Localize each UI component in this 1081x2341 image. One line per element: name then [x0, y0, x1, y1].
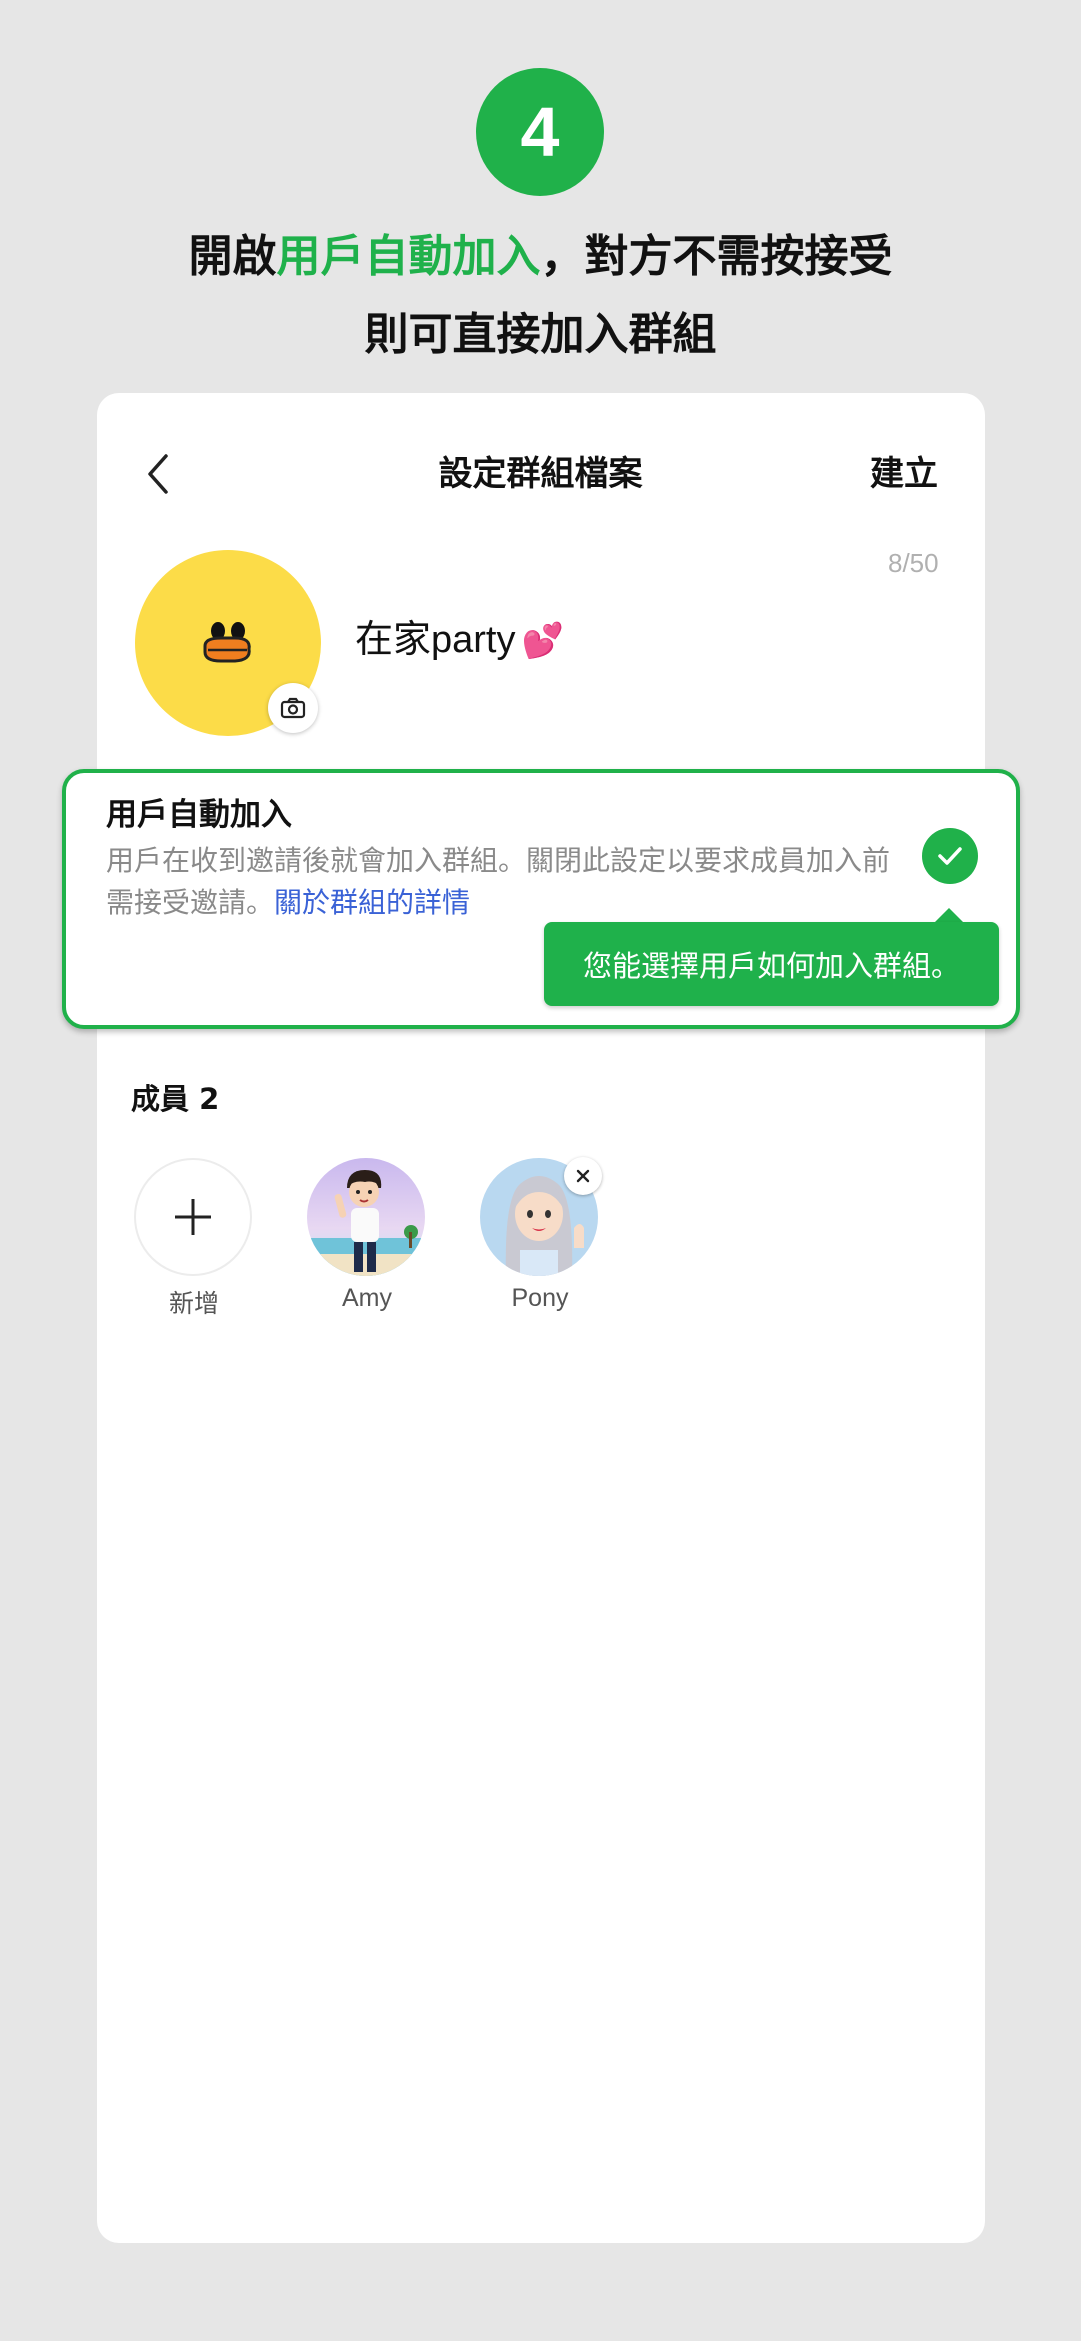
group-name-text: 在家party — [355, 619, 516, 661]
close-icon — [576, 1169, 590, 1183]
headline-suffix: ，對方不需按接受 — [540, 231, 893, 282]
auto-join-description: 用戶在收到邀請後就會加入群組。關閉此設定以要求成員加入前需接受邀請。關於群組的詳… — [106, 840, 896, 924]
plus-icon — [175, 1199, 211, 1235]
two-hearts-icon: 💕 — [521, 622, 564, 660]
camera-icon — [280, 697, 306, 719]
headline-prefix: 開啟 — [188, 231, 277, 282]
headline-line-1: 開啟用戶自動加入，對方不需按接受 — [0, 218, 1081, 296]
group-name-field[interactable]: 在家party 💕 — [355, 612, 564, 669]
checkmark-icon — [938, 847, 962, 865]
join-method-tooltip: 您能選擇用戶如何加入群組。 — [544, 922, 999, 1006]
group-details-link[interactable]: 關於群組的詳情 — [274, 886, 470, 919]
headline-highlight: 用戶自動加入 — [276, 231, 541, 282]
avatar — [307, 1158, 425, 1276]
create-button[interactable]: 建立 — [870, 450, 938, 498]
add-member-circle[interactable] — [134, 1158, 252, 1276]
add-member-button[interactable]: 新增 — [134, 1158, 254, 1318]
character-counter: 8/50 — [888, 548, 939, 578]
auto-join-toggle[interactable] — [922, 828, 978, 884]
member-name: Amy — [342, 1284, 392, 1312]
change-photo-button[interactable] — [268, 683, 318, 733]
member-item[interactable]: Amy — [307, 1158, 427, 1312]
auto-join-title: 用戶自動加入 — [106, 797, 292, 833]
add-member-label: 新增 — [168, 1290, 219, 1318]
member-name: Pony — [511, 1284, 569, 1312]
instruction-headline: 開啟用戶自動加入，對方不需按接受 則可直接加入群組 — [0, 218, 1081, 374]
remove-member-button[interactable] — [564, 1157, 602, 1195]
members-header: 成員 2 — [131, 1082, 220, 1116]
headline-line-2: 則可直接加入群組 — [364, 309, 717, 360]
boy-avatar-illustration — [307, 1158, 425, 1276]
auto-join-description-text: 用戶在收到邀請後就會加入群組。關閉此設定以要求成員加入前需接受邀請。 — [106, 844, 891, 919]
step-number-badge: 4 — [476, 68, 604, 196]
